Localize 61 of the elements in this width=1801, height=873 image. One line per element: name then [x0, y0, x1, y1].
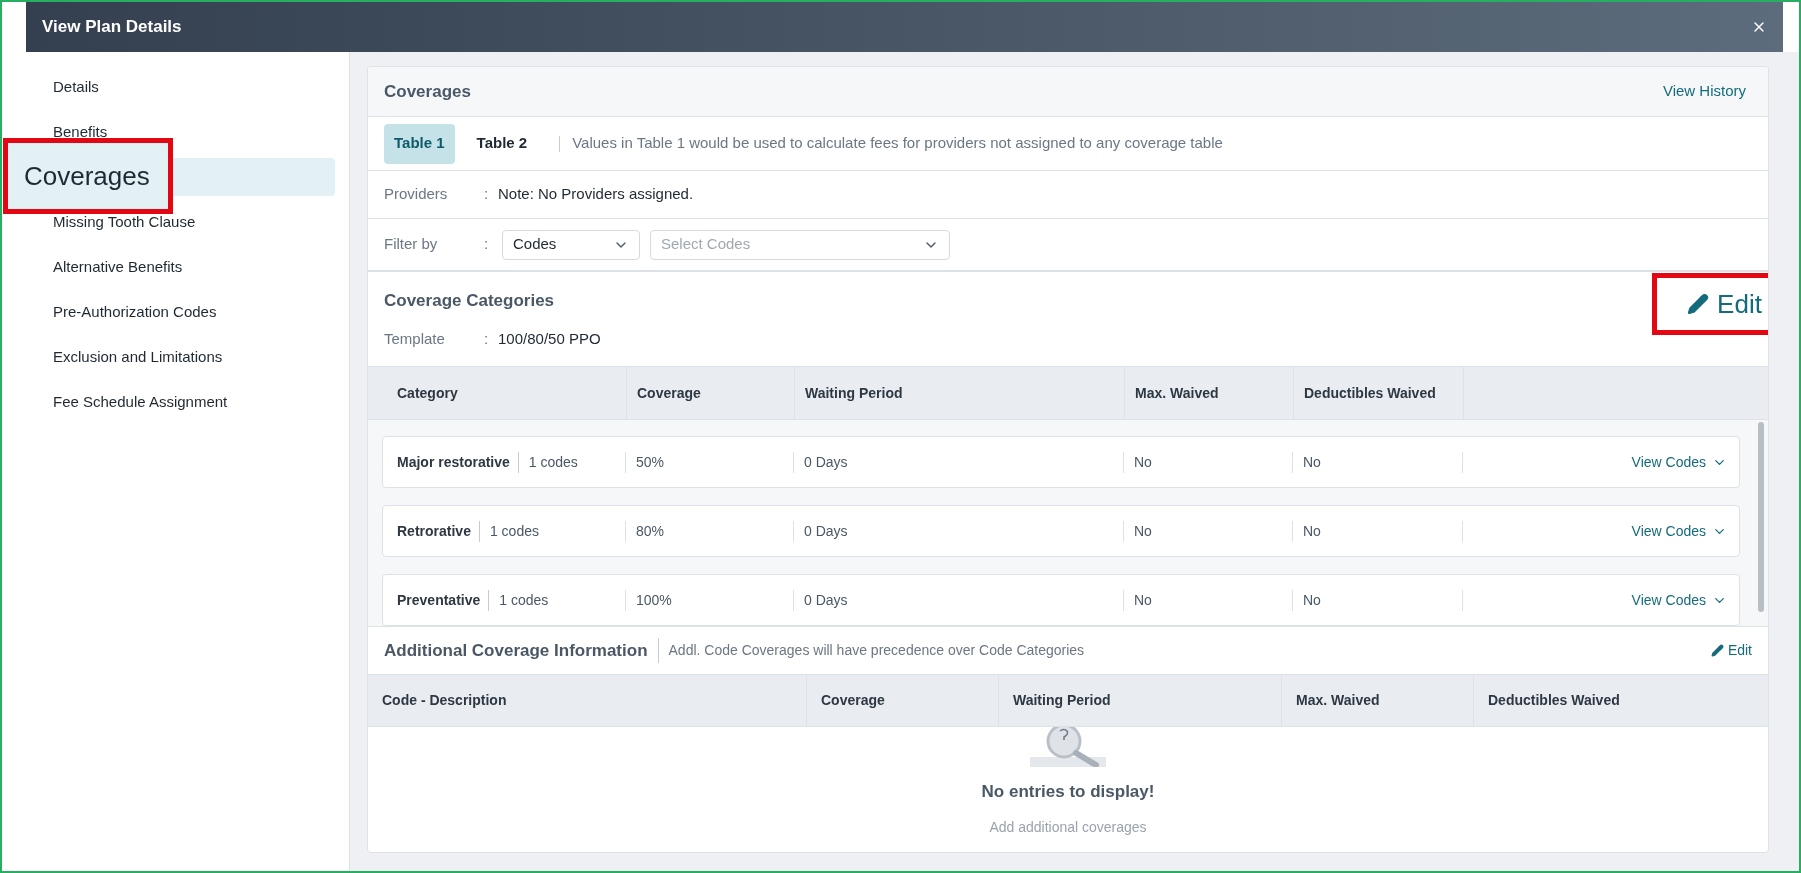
edit-button[interactable]: Edit — [1652, 273, 1768, 335]
section-note: Addl. Code Coverages will have precedence over Code Categories — [667, 641, 1085, 660]
table-cell: No — [1123, 451, 1292, 473]
category-name: Major restorative — [397, 451, 519, 473]
empty-title: No entries to display! — [981, 781, 1155, 803]
table-cell: 0 Days — [793, 520, 1123, 542]
sidebar-item[interactable]: Pre-Authorization Codes — [20, 293, 335, 331]
table-tab[interactable]: Table 2 — [466, 123, 538, 164]
sidebar-item[interactable]: Exclusion and Limitations — [20, 338, 335, 376]
sidebar-item[interactable]: Fee Schedule Assignment — [20, 383, 335, 421]
table-cell: No — [1123, 589, 1292, 611]
window-title: View Plan Details — [42, 16, 182, 39]
column-header: Coverage — [806, 675, 998, 726]
zoom-callout-tooltip: Coverages — [3, 138, 173, 214]
pencil-icon — [1710, 644, 1724, 657]
view-history-link[interactable]: View History — [1662, 80, 1752, 103]
column-header: Deductibles Waived — [1473, 675, 1768, 726]
colon: : — [484, 328, 490, 349]
template-value: 100/80/50 PPO — [498, 328, 601, 349]
table-cell: 0 Days — [793, 589, 1123, 611]
tabs-note: Values in Table 1 would be used to calculate fees for providers not assigned to any coverage table — [572, 133, 1223, 154]
field-label: Template — [384, 328, 446, 349]
category-name: Preventative — [397, 589, 490, 611]
column-header: Waiting Period — [794, 367, 1124, 419]
colon: : — [484, 184, 490, 205]
pencil-icon — [1687, 293, 1710, 315]
table-cell: 80% — [625, 520, 793, 542]
table-cell: 100% — [625, 589, 793, 611]
column-header: Max. Waived — [1281, 675, 1473, 726]
view-codes-button[interactable]: View Codes — [1631, 520, 1727, 542]
view-codes-button[interactable]: View Codes — [1631, 451, 1727, 473]
colon: : — [484, 234, 490, 255]
card-title: Coverages — [384, 80, 471, 103]
providers-value: Note: No Providers assigned. — [498, 184, 694, 205]
edit-button[interactable]: Edit — [1710, 640, 1752, 661]
section-title: Coverage Categories — [384, 290, 555, 312]
codes-count: 1 codes — [527, 452, 578, 472]
section-title: Additional Coverage Information — [384, 637, 659, 664]
column-header: Max. Waived — [1124, 367, 1293, 419]
column-header: Category — [396, 383, 459, 403]
table-cell: No — [1292, 451, 1462, 473]
empty-subtitle: Add additional coverages — [989, 817, 1147, 837]
column-header: Deductibles Waived — [1293, 367, 1463, 419]
filter-type-dropdown[interactable]: Codes — [502, 229, 640, 260]
column-header: Coverage — [626, 367, 794, 419]
sidebar-item[interactable]: Alternative Benefits — [20, 248, 335, 286]
view-codes-button[interactable]: View Codes — [1631, 589, 1727, 611]
sidebar-item[interactable]: Details — [20, 68, 335, 106]
category-name: Retrorative — [397, 520, 480, 542]
table-cell: No — [1292, 520, 1462, 542]
table-cell: No — [1123, 520, 1292, 542]
table-cell: 50% — [625, 451, 793, 473]
column-header: Waiting Period — [998, 675, 1281, 726]
field-label: Filter by — [384, 234, 439, 255]
codes-count: 1 codes — [498, 590, 549, 610]
table-cell: No — [1292, 589, 1462, 611]
table-cell: 0 Days — [793, 451, 1123, 473]
codes-count: 1 codes — [488, 521, 539, 541]
table-tab[interactable]: Table 1 — [384, 123, 455, 164]
column-header: Code - Description — [381, 691, 508, 710]
field-label: Providers — [384, 184, 449, 205]
